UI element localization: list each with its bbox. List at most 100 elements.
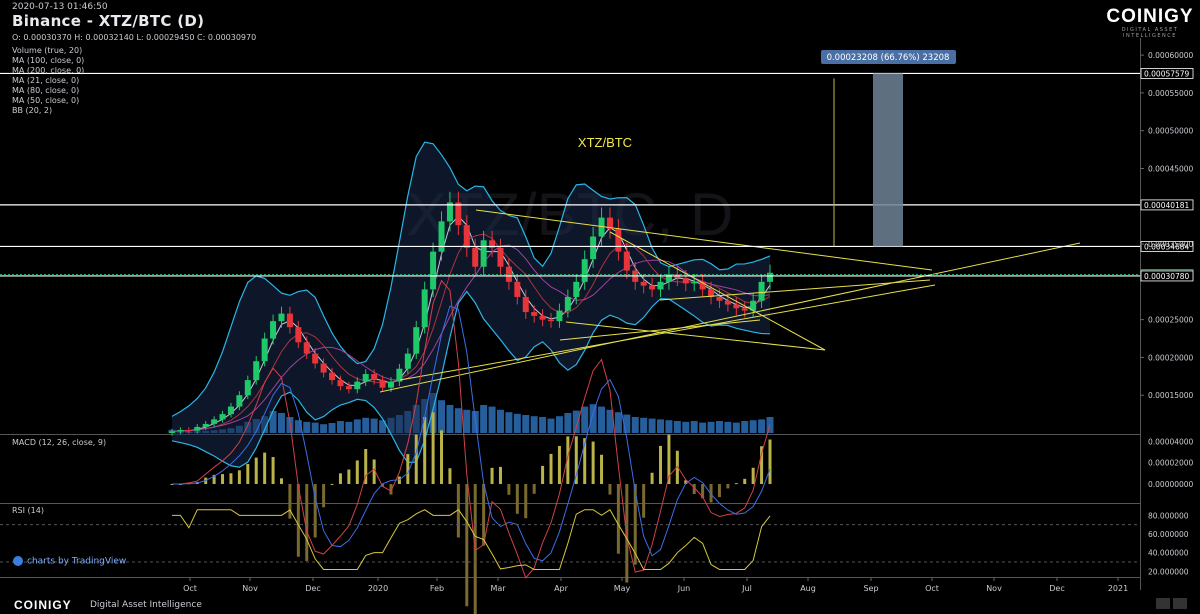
candle-body — [404, 353, 411, 369]
volume-bar — [530, 416, 538, 433]
volume-bar — [665, 420, 673, 433]
candle-body — [345, 386, 352, 390]
price-tick-label: 0.00045000 — [1148, 164, 1194, 173]
candle-body — [649, 285, 656, 290]
macd-histogram-bar — [541, 465, 545, 484]
macd-histogram-bar — [338, 473, 342, 484]
x-tick-label: Feb — [430, 584, 444, 593]
volume-bar — [614, 412, 622, 433]
indicator-ma-80[interactable]: MA (80, close, 0) — [12, 86, 84, 96]
x-tick-label: Jun — [677, 584, 691, 593]
chart-root: XTZ/BTC, D XTZ/BTC 0.000575790.000401810… — [0, 0, 1200, 614]
candle-body — [295, 327, 302, 343]
indicator-volume[interactable]: Volume (true, 20) — [12, 46, 84, 56]
indicator-ma-100[interactable]: MA (100, close, 0) — [12, 56, 84, 66]
volume-bar — [446, 405, 454, 433]
candle-body — [219, 414, 226, 420]
candle-body — [548, 319, 555, 322]
indicator-ma-200[interactable]: MA (200, close, 0) — [12, 66, 84, 76]
macd-histogram-bar — [271, 457, 275, 484]
macd-histogram-bar — [726, 484, 730, 489]
tradingview-credit[interactable]: charts by TradingView — [13, 556, 126, 567]
price-tick-label: 0.00035000 — [1148, 240, 1194, 249]
candle-body — [758, 281, 765, 301]
candle-body — [497, 247, 504, 267]
logo-name: COINIGY — [1106, 6, 1194, 27]
macd-histogram-bar — [557, 445, 561, 484]
volume-bar — [488, 406, 496, 433]
candle-body — [354, 381, 361, 390]
indicator-bb[interactable]: BB (20, 2) — [12, 106, 84, 116]
candle-body — [716, 296, 723, 301]
x-tick-label: Nov — [242, 584, 258, 593]
rsi-tick-label: 60.000000 — [1148, 530, 1189, 539]
volume-bar — [454, 408, 462, 433]
volume-bar — [707, 421, 715, 433]
candle-body — [438, 221, 445, 252]
macd-histogram-bar — [600, 454, 604, 484]
macd-label[interactable]: MACD (12, 26, close, 9) — [12, 438, 106, 447]
candle-body — [640, 281, 647, 286]
rsi-line — [172, 509, 771, 570]
volume-bar — [640, 417, 648, 433]
x-tick-label: Nov — [986, 584, 1002, 593]
macd-histogram-bar — [524, 484, 528, 519]
candle-body — [556, 310, 563, 322]
share-button[interactable] — [1173, 598, 1187, 609]
ohlc-readout: O: 0.00030370 H: 0.00032140 L: 0.0002945… — [12, 33, 257, 42]
candle-body — [741, 308, 748, 311]
volume-bar — [311, 422, 319, 433]
indicator-ma-50[interactable]: MA (50, close, 0) — [12, 96, 84, 106]
timestamp: 2020-07-13 01:46:50 — [12, 2, 108, 12]
volume-bar — [589, 404, 597, 433]
macd-histogram-bar — [659, 445, 663, 484]
volume-bar — [564, 413, 572, 433]
volume-bar — [362, 417, 370, 433]
macd-histogram-bar — [305, 484, 309, 561]
price-chart[interactable]: XTZ/BTC, D XTZ/BTC 0.000575790.000401810… — [0, 0, 1200, 614]
volume-bar — [598, 406, 606, 433]
measure-box — [873, 73, 903, 247]
macd-histogram-bar — [288, 484, 292, 519]
volume-bar — [320, 424, 328, 433]
macd-tick-label: 0.00002000 — [1148, 459, 1194, 468]
x-tick-label: Mar — [490, 584, 506, 593]
candle-body — [531, 312, 538, 316]
volume-bar — [741, 421, 749, 433]
candle-body — [463, 225, 470, 248]
x-tick-label: Sep — [863, 584, 878, 593]
candle-body — [303, 342, 310, 354]
volume-bar — [547, 418, 555, 433]
screenshot-button[interactable] — [1156, 598, 1170, 609]
macd-histogram-bar — [221, 474, 225, 484]
volume-bar — [732, 422, 740, 433]
candle-body — [514, 281, 521, 297]
macd-histogram-bar — [743, 478, 747, 484]
candle-body — [724, 300, 731, 305]
macd-histogram-bar — [263, 452, 267, 484]
indicator-ma-21[interactable]: MA (21, close, 0) — [12, 76, 84, 86]
volume-bar — [715, 421, 723, 433]
macd-histogram-bar — [498, 466, 502, 484]
coinigy-logo: COINIGY DIGITAL ASSET INTELLIGENCE — [1100, 6, 1200, 39]
candle-body — [480, 240, 487, 267]
rsi-tick-label: 80.000000 — [1148, 511, 1189, 520]
volume-bar — [555, 416, 563, 433]
level-label: 0.00040181 — [1144, 201, 1190, 210]
macd-histogram-bar — [448, 468, 452, 484]
macd-histogram-bar — [515, 484, 519, 514]
macd-histogram-bar — [650, 472, 654, 484]
chart-title: Binance - XTZ/BTC (D) — [12, 12, 205, 30]
candle-body — [733, 304, 740, 309]
rsi-label[interactable]: RSI (14) — [12, 506, 44, 515]
candle-body — [286, 313, 293, 328]
level-label: 0.00057579 — [1144, 69, 1190, 78]
volume-bar — [370, 418, 378, 433]
candle-body — [430, 251, 437, 290]
volume-bar — [303, 421, 311, 433]
candle-body — [590, 236, 597, 260]
x-tick-label: Oct — [183, 584, 197, 593]
level-label: 0.00030780 — [1144, 272, 1190, 281]
rsi-tick-label: 40.000000 — [1148, 549, 1189, 558]
candle-body — [573, 281, 580, 297]
